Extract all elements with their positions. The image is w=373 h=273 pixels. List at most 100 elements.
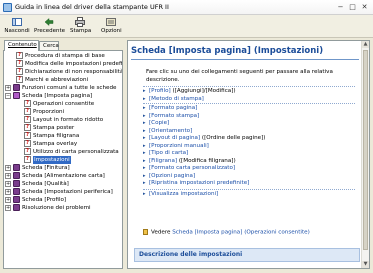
- setting-link-suffix: ([Modifica filigrana]): [177, 157, 236, 164]
- options-label: Opzioni: [101, 28, 122, 34]
- options-button[interactable]: Opzioni: [101, 17, 122, 37]
- tree-item-label: Dichiarazione di non responsabilità: [25, 69, 123, 75]
- expand-icon[interactable]: +: [5, 173, 11, 179]
- link-group-view: ▸ [Visualizza impostazioni]: [143, 191, 358, 199]
- tree-item-label: Proporzioni: [33, 109, 65, 115]
- tree-item-label: Procedura di stampa di base: [25, 53, 105, 59]
- open-book-icon: [13, 92, 20, 99]
- back-arrow-icon: [44, 17, 54, 27]
- maximize-button[interactable]: □: [347, 3, 358, 12]
- setting-link[interactable]: [Copie]: [149, 120, 169, 126]
- separator: [143, 189, 355, 190]
- hide-button[interactable]: Nascondi: [4, 17, 30, 37]
- book-icon: [13, 180, 20, 187]
- setting-link[interactable]: [Metodo di stampa]: [149, 96, 204, 102]
- link-arrow-icon: ▸: [143, 150, 146, 156]
- setting-link[interactable]: [Formato pagina]: [149, 105, 197, 111]
- book-icon: [13, 204, 20, 211]
- vertical-scrollbar[interactable]: ▲ ▼: [361, 41, 369, 268]
- topic-heading: Scheda [Imposta pagina] (Impostazioni): [131, 45, 359, 60]
- tree-item-label: Utilizzo di carta personalizzata: [33, 149, 119, 155]
- link-arrow-icon: ▸: [143, 95, 146, 102]
- expand-icon[interactable]: +: [5, 189, 11, 195]
- setting-link[interactable]: [Ripristina impostazioni predefinite]: [149, 180, 249, 186]
- book-icon: [13, 196, 20, 203]
- tree-item-label: Risoluzione dei problemi: [22, 205, 91, 211]
- link-arrow-icon: ▸: [143, 135, 146, 141]
- tab-search-label: Cerca: [43, 43, 59, 49]
- tree-item-label: Funzioni comuni a tutte le schede: [22, 85, 117, 91]
- link-arrow-icon: ▸: [143, 172, 146, 179]
- expand-icon[interactable]: +: [5, 181, 11, 187]
- setting-link[interactable]: [Tipo di carta]: [149, 150, 188, 156]
- print-button[interactable]: Stampa: [70, 17, 91, 37]
- setting-link-row: ▸ [Proporzioni manuali]: [143, 143, 358, 151]
- tree-item-label: Scheda [Qualità]: [22, 181, 69, 187]
- book-icon: [13, 164, 20, 171]
- link-arrow-icon: ▸: [143, 142, 146, 149]
- setting-link[interactable]: [Opzioni pagina]: [149, 173, 195, 179]
- expand-icon[interactable]: +: [5, 205, 11, 211]
- link-arrow-icon: ▸: [143, 105, 146, 111]
- setting-link[interactable]: [Orientamento]: [149, 128, 192, 134]
- collapse-icon[interactable]: −: [5, 93, 11, 99]
- help-page-icon: [16, 51, 23, 59]
- help-page-icon: [24, 155, 31, 163]
- setting-link-suffix: ([Aggiungi]/[Modifica]): [170, 88, 236, 94]
- setting-link[interactable]: [Profilo]: [149, 88, 171, 94]
- setting-link-row: ▸ [Tipo di carta]: [143, 150, 358, 158]
- help-page-icon: [16, 75, 23, 83]
- setting-link-row: ▸ [Filigrana] ([Modifica filigrana]): [143, 158, 358, 166]
- link-group-profile: ▸ [Profilo] ([Aggiungi]/[Modifica]) ▸ [Meto…: [143, 88, 358, 103]
- link-arrow-icon: ▸: [143, 120, 146, 126]
- setting-link[interactable]: [Visualizza impostazioni]: [149, 191, 218, 197]
- tree-item-label: Layout in formato ridotto: [33, 117, 104, 123]
- setting-link-row: ▸ [Formato carta personalizzato]: [143, 165, 358, 173]
- tab-contents[interactable]: Contenuto: [4, 40, 39, 51]
- tree-item-label: Stampa overlay: [33, 141, 78, 147]
- see-also-link[interactable]: Scheda [Imposta pagina] (Operazioni cons…: [172, 230, 310, 236]
- setting-link[interactable]: [Filigrana]: [149, 158, 177, 164]
- close-button[interactable]: ✕: [359, 3, 370, 12]
- minimize-button[interactable]: −: [335, 3, 346, 12]
- setting-link-row: ▸ [Formato stampa]: [143, 113, 358, 121]
- scroll-thumb[interactable]: [363, 50, 368, 250]
- setting-link-row: ▸ [Metodo di stampa]: [143, 96, 358, 104]
- tree-item-label: Marchi e abbreviazioni: [25, 77, 89, 83]
- link-arrow-icon: ▸: [143, 112, 146, 119]
- link-arrow-icon: ▸: [143, 165, 146, 171]
- help-page-icon: [24, 99, 31, 107]
- title-bar: Guida in linea del driver della stampant…: [0, 0, 373, 15]
- setting-link-row: ▸ [Profilo] ([Aggiungi]/[Modifica]): [143, 88, 358, 96]
- setting-link-row: ▸ [Ripristina impostazioni predefinite]: [143, 180, 358, 188]
- scroll-down-icon[interactable]: ▼: [362, 261, 369, 268]
- setting-link-row: ▸ [Orientamento]: [143, 128, 358, 136]
- setting-link[interactable]: [Formato carta personalizzato]: [149, 165, 235, 171]
- back-label: Precedente: [34, 28, 66, 34]
- link-arrow-icon: ▸: [143, 180, 146, 186]
- tree-item-label: Scheda [Finitura]: [22, 165, 70, 171]
- setting-link-row: ▸ [Opzioni pagina]: [143, 173, 358, 181]
- expand-icon[interactable]: +: [5, 85, 11, 91]
- expand-icon[interactable]: +: [5, 197, 11, 203]
- toolbar: Nascondi Precedente Stampa Opzioni: [0, 15, 373, 38]
- window-title: Guida in linea del driver della stampant…: [15, 3, 169, 11]
- tree-item-label: Scheda [Imposta pagina]: [22, 93, 93, 99]
- setting-link[interactable]: [Formato stampa]: [149, 113, 199, 119]
- setting-link-row: ▸ [Formato pagina]: [143, 105, 358, 113]
- help-page-icon: [24, 139, 31, 147]
- book-icon: [13, 188, 20, 195]
- expand-icon[interactable]: +: [5, 165, 11, 171]
- help-page-icon: [24, 147, 31, 155]
- setting-link[interactable]: [Proporzioni manuali]: [149, 143, 209, 149]
- tree-item-label: Stampa poster: [33, 125, 75, 131]
- scroll-up-icon[interactable]: ▲: [362, 41, 369, 48]
- help-page-icon: [16, 67, 23, 75]
- setting-link[interactable]: [Layout di pagina]: [149, 135, 200, 141]
- back-button[interactable]: Precedente: [34, 17, 66, 37]
- navigation-pane: Contenuto Cerca Procedura di stampa di b…: [3, 40, 123, 269]
- separator: [143, 86, 355, 87]
- tree-item-label: Scheda [Profilo]: [22, 197, 67, 203]
- setting-link-suffix: ([Ordine delle pagine]): [200, 135, 266, 141]
- book-icon: [13, 84, 20, 91]
